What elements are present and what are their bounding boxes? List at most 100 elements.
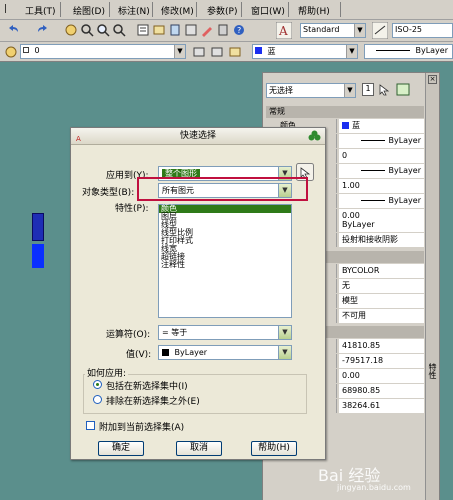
list-item[interactable]: 颜色 (159, 205, 291, 213)
drawing-object[interactable] (32, 213, 44, 241)
menu-dimension[interactable]: 标注(N) (118, 4, 150, 17)
layer-color-swatch (23, 47, 29, 53)
redo-icon[interactable] (36, 23, 50, 37)
linetype-sample (361, 170, 386, 171)
menu-separator (109, 2, 110, 17)
list-item[interactable]: 注释性 (159, 261, 291, 269)
list-item[interactable]: 打印样式 (159, 237, 291, 245)
property-value: -79517.18 (339, 354, 424, 368)
pan-icon[interactable] (64, 23, 78, 37)
chevron-down-icon: ▼ (278, 326, 291, 339)
menu-draw[interactable]: 绘图(D) (73, 4, 105, 17)
linetype-combo[interactable]: ByLayer (364, 44, 453, 59)
menu-window[interactable]: 窗口(W) (251, 4, 285, 17)
property-value-text: ByLayer (388, 166, 421, 175)
menu-parametric[interactable]: 参数(P) (207, 4, 237, 17)
append-checkbox-label[interactable]: 附加到当前选择集(A) (99, 420, 184, 433)
selection-value: 无选择 (269, 86, 293, 95)
dim-style-combo[interactable]: ISO-25 (392, 23, 453, 38)
layer-state-icon[interactable] (4, 45, 18, 59)
value-label: 值(V): (126, 350, 152, 360)
value-combo[interactable]: ByLayer ▼ (158, 345, 292, 360)
menu-separator (152, 2, 153, 17)
linetype-value: ByLayer (415, 46, 448, 55)
zoom-window-icon[interactable] (96, 23, 110, 37)
property-value: ByLayer (339, 218, 424, 232)
layer-manager-icon[interactable] (228, 45, 242, 59)
linetype-sample (375, 50, 410, 51)
ok-button[interactable]: 确定 (98, 441, 144, 456)
properties-listbox[interactable]: 颜色 图层 线型 线型比例 打印样式 线宽 超链接 注释性 (158, 204, 292, 318)
color-combo[interactable]: 蓝 ▼ (252, 44, 358, 59)
list-item[interactable]: 图层 (159, 213, 291, 221)
chevron-down-icon: ▼ (174, 45, 185, 58)
color-swatch (255, 47, 262, 54)
make-current-icon[interactable] (192, 45, 206, 59)
layer-combo[interactable]: 0 ▼ (20, 44, 186, 59)
property-value: 不可用 (339, 309, 424, 323)
sheet-set-icon[interactable] (184, 23, 198, 37)
close-icon[interactable]: × (428, 75, 437, 84)
text-style-icon[interactable]: A (276, 22, 292, 39)
property-value: 68980.85 (339, 384, 424, 398)
standard-toolbar: ? A Standard ▼ ISO-25 (0, 20, 453, 42)
chevron-down-icon: ▼ (354, 24, 365, 37)
color-value: 蓝 (267, 47, 276, 56)
layers-toolbar: 0 ▼ 蓝 ▼ ByLayer (0, 42, 453, 62)
quick-select-icon[interactable] (396, 83, 410, 96)
svg-text:?: ? (237, 26, 241, 35)
section-general[interactable]: 常规 (266, 106, 424, 118)
text-style-combo[interactable]: Standard ▼ (300, 23, 366, 38)
operator-label: 运算符(O): (106, 330, 151, 340)
selection-combo[interactable]: 无选择 ▼ (266, 83, 356, 98)
menu-modify[interactable]: 修改(M) (161, 4, 194, 17)
operator-value: = 等于 (162, 328, 188, 337)
help-icon[interactable]: ? (232, 23, 246, 37)
include-radio[interactable] (93, 380, 102, 389)
layer-previous-icon[interactable] (210, 45, 224, 59)
dialog-title: 快速选择 (179, 131, 216, 141)
properties-icon[interactable] (136, 23, 150, 37)
append-checkbox[interactable] (86, 421, 95, 430)
highlight-box (137, 177, 308, 201)
tool-palettes-icon[interactable] (168, 23, 182, 37)
clover-icon[interactable] (308, 130, 321, 143)
dialog-titlebar[interactable]: A 快速选择 (71, 128, 325, 145)
watermark-url: jingyan.baidu.com (337, 483, 411, 492)
menu-separator (60, 2, 61, 17)
help-button[interactable]: 帮助(H) (251, 441, 297, 456)
design-center-icon[interactable] (152, 23, 166, 37)
layer-value: 0 (34, 46, 40, 55)
cancel-button[interactable]: 取消 (176, 441, 222, 456)
chevron-down-icon: ▼ (344, 84, 355, 97)
property-value: 1.00 (339, 179, 424, 193)
property-value: 0.00 (339, 369, 424, 383)
operator-combo[interactable]: = 等于 ▼ (158, 325, 292, 340)
dim-style-value: ISO-25 (395, 25, 423, 34)
select-objects-icon[interactable] (378, 83, 392, 96)
menu-help[interactable]: 帮助(H) (298, 4, 330, 17)
zoom-realtime-icon[interactable] (80, 23, 94, 37)
property-value: ByLayer (339, 134, 424, 148)
toggle-pickadd-button[interactable]: 1 (362, 83, 374, 96)
drawing-object[interactable] (32, 244, 44, 268)
palette-header: 无选择 ▼ 1 (266, 82, 424, 98)
properties-label: 特性(P): (115, 204, 149, 214)
chevron-down-icon: ▼ (278, 346, 291, 359)
menu-bar: | 工具(T) 绘图(D) 标注(N) 修改(M) 参数(P) 窗口(W) 帮助… (0, 0, 453, 20)
property-value-text: ByLayer (388, 136, 421, 145)
dim-style-icon[interactable] (372, 22, 388, 39)
markup-icon[interactable] (200, 23, 214, 37)
include-radio-label[interactable]: 包括在新选择集中(I) (106, 379, 188, 392)
palette-titlebar[interactable]: × 特性 (425, 73, 439, 500)
menu-separator (340, 2, 341, 17)
zoom-previous-icon[interactable] (112, 23, 126, 37)
menu-fragment: | (4, 4, 8, 14)
exclude-radio-label[interactable]: 排除在新选择集之外(E) (106, 394, 200, 407)
menu-tools[interactable]: 工具(T) (25, 4, 56, 17)
calculator-icon[interactable] (216, 23, 230, 37)
property-value: 投射和接收阴影 (339, 233, 424, 247)
property-value: ByLayer (339, 194, 424, 208)
undo-icon[interactable] (6, 23, 20, 37)
exclude-radio[interactable] (93, 395, 102, 404)
